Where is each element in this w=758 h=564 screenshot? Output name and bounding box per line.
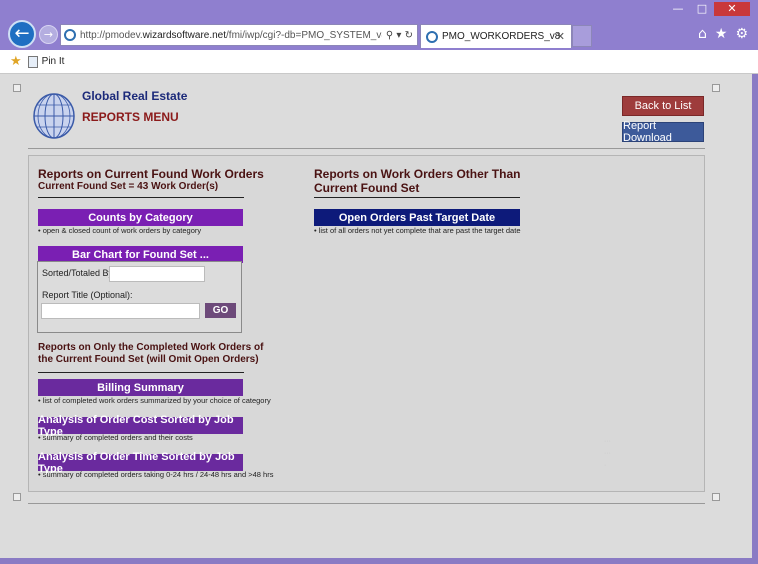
- ie-favicon-icon: [64, 29, 76, 41]
- window-frame-bottom: [0, 558, 758, 564]
- cost-description: • summary of completed orders and their …: [38, 433, 193, 442]
- favorites-star-icon[interactable]: ★: [715, 26, 728, 42]
- browser-chrome: — □ ✕ ← → http://pmodev.wizardsoftware.n…: [0, 0, 758, 50]
- maximize-icon[interactable]: □: [690, 2, 714, 16]
- billing-summary-button[interactable]: Billing Summary: [38, 379, 243, 396]
- page-title: REPORTS MENU: [82, 110, 179, 124]
- corner-handle: [13, 84, 21, 92]
- heading-underline: [314, 197, 520, 198]
- globe-logo-icon: [33, 93, 75, 139]
- tab-favicon-icon: [426, 30, 438, 43]
- back-to-list-button[interactable]: Back to List: [622, 96, 704, 116]
- favorites-bar: ★ Pin It: [0, 50, 758, 74]
- completed-heading-line1: Reports on Only the Completed Work Order…: [38, 342, 264, 353]
- divider: [28, 148, 705, 149]
- other-orders-heading-line2: Current Found Set: [314, 181, 420, 195]
- past-target-date-button[interactable]: Open Orders Past Target Date: [314, 209, 520, 226]
- corner-handle: [712, 493, 720, 501]
- corner-handle: [712, 84, 720, 92]
- new-tab-button[interactable]: [572, 25, 592, 47]
- faint-watermark-text: ··· ··· ·: [604, 438, 611, 469]
- past-target-description: • list of all orders not yet complete th…: [314, 226, 521, 235]
- order-cost-analysis-button[interactable]: Analysis of Order Cost Sorted by Job Typ…: [38, 414, 243, 438]
- heading-underline: [38, 197, 244, 198]
- pin-page-icon: [27, 55, 38, 68]
- time-description: • summary of completed orders taking 0-2…: [38, 470, 274, 479]
- settings-gear-icon[interactable]: ⚙: [735, 26, 748, 42]
- tab-pmo-workorders[interactable]: PMO_WORKORDERS_v8 ✕: [420, 24, 572, 48]
- order-time-analysis-button[interactable]: Analysis of Order Time Sorted by Job Typ…: [38, 451, 243, 475]
- go-button[interactable]: GO: [205, 303, 236, 318]
- counts-description: • open & closed count of work orders by …: [38, 226, 202, 235]
- tab-close-icon[interactable]: ✕: [556, 30, 565, 43]
- billing-description: • list of completed work orders summariz…: [38, 396, 271, 405]
- pin-it-link[interactable]: Pin It: [42, 56, 65, 67]
- address-bar[interactable]: http://pmodev.wizardsoftware.net/fmi/iwp…: [60, 24, 418, 46]
- forward-arrow-icon[interactable]: →: [39, 25, 58, 44]
- found-set-count: Current Found Set = 43 Work Order(s): [38, 181, 219, 192]
- report-title-label: Report Title (Optional):: [42, 290, 133, 300]
- heading-underline: [38, 372, 244, 373]
- minimize-icon[interactable]: —: [666, 2, 690, 16]
- add-favorites-star-icon[interactable]: ★: [10, 54, 22, 69]
- back-arrow-icon[interactable]: ←: [8, 20, 36, 48]
- tab-title: PMO_WORKORDERS_v8: [442, 31, 561, 42]
- divider: [28, 503, 705, 504]
- counts-by-category-button[interactable]: Counts by Category: [38, 209, 243, 226]
- home-icon[interactable]: ⌂: [698, 26, 707, 42]
- report-download-button[interactable]: Report Download: [622, 120, 704, 144]
- close-window-icon[interactable]: ✕: [714, 2, 750, 16]
- sorted-by-input[interactable]: [109, 266, 205, 282]
- other-orders-heading-line1: Reports on Work Orders Other Than: [314, 167, 521, 181]
- completed-heading-line2: the Current Found Set (will Omit Open Or…: [38, 354, 259, 365]
- company-name: Global Real Estate: [82, 89, 188, 103]
- search-refresh-icons[interactable]: ⚲ ▾ ↻: [382, 30, 417, 41]
- browser-toolbar-icons: ⌂ ★ ⚙: [698, 26, 748, 42]
- sorted-by-label: Sorted/Totaled By:: [42, 268, 116, 278]
- window-frame-right: [752, 74, 758, 558]
- window-controls: — □ ✕: [666, 2, 750, 16]
- current-found-heading: Reports on Current Found Work Orders: [38, 167, 264, 181]
- address-url: http://pmodev.wizardsoftware.net/fmi/iwp…: [80, 29, 382, 41]
- corner-handle: [13, 493, 21, 501]
- report-title-input[interactable]: [41, 303, 200, 319]
